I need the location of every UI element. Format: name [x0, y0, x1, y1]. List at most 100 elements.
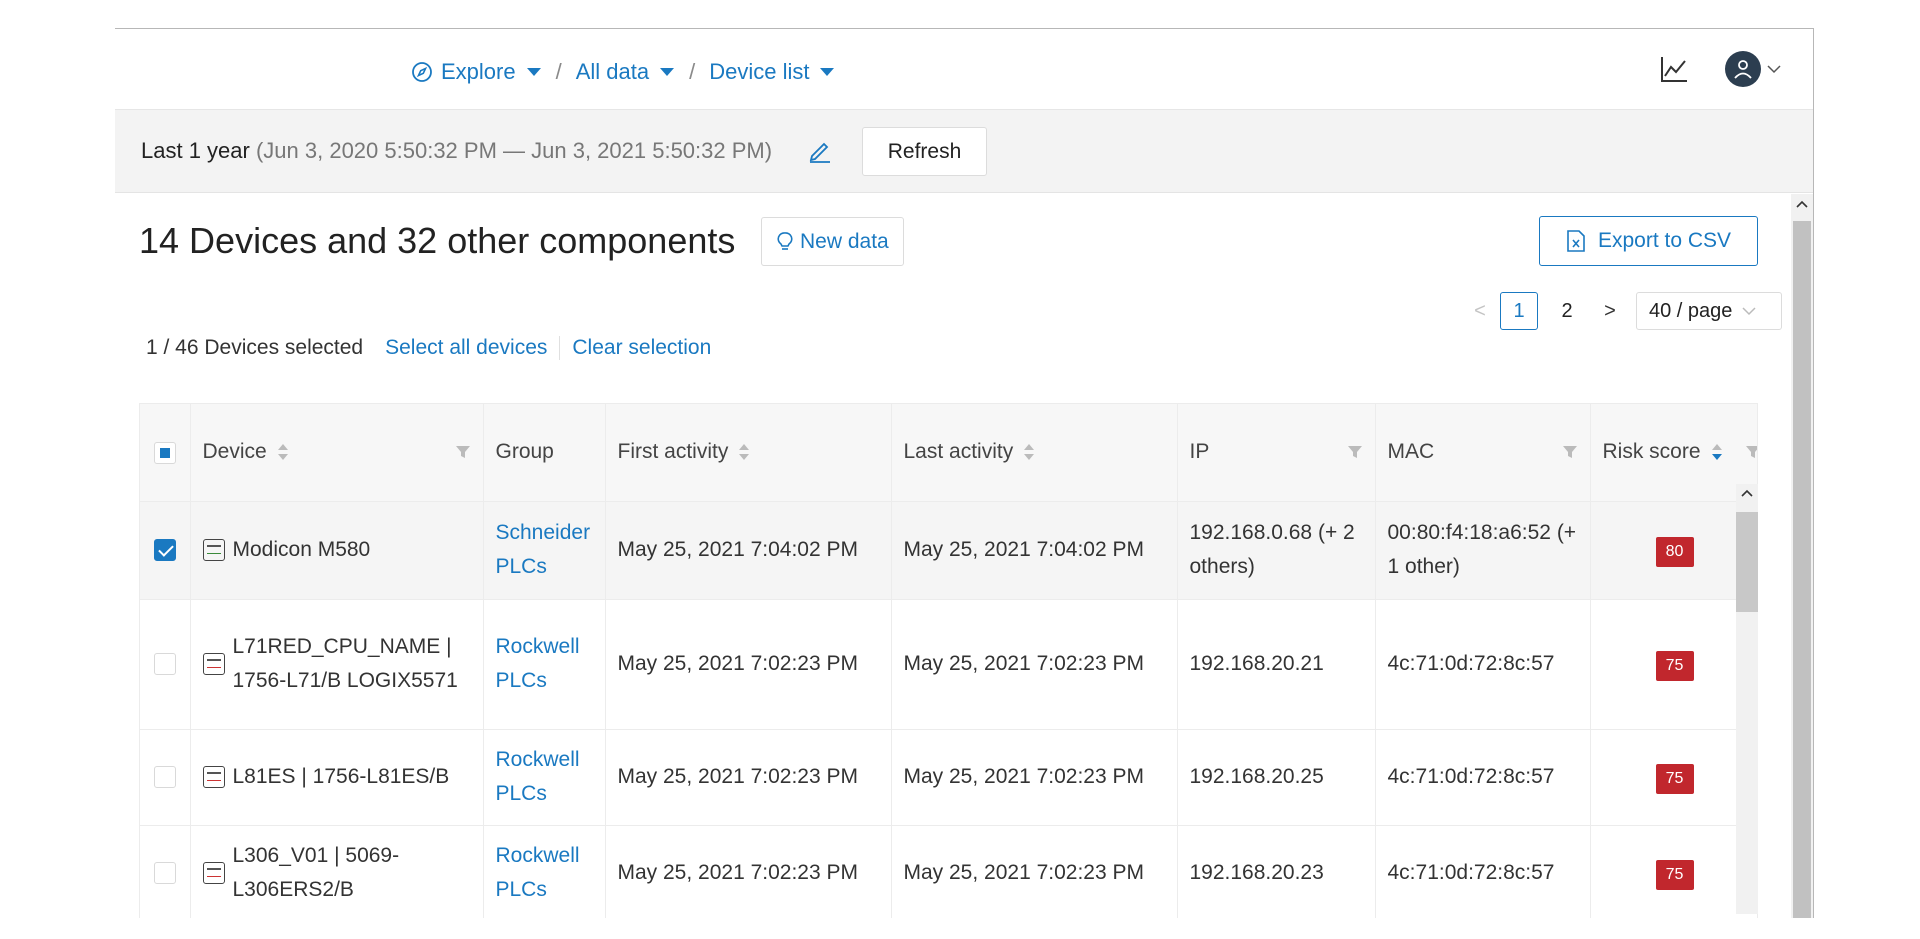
time-filter-bar: Last 1 year (Jun 3, 2020 5:50:32 PM — Ju… [115, 110, 1813, 193]
breadcrumb-device-list[interactable]: Device list [709, 59, 835, 85]
column-title: Risk score [1602, 440, 1701, 464]
column-header-last-activity[interactable]: Last activity [891, 404, 1178, 502]
device-cell: L306_V01 | 5069-L306ERS2/B [190, 825, 484, 918]
first-activity-cell: May 25, 2021 7:02:23 PM [605, 825, 892, 918]
ip-cell: 192.168.0.68 (+ 2 others) [1177, 501, 1376, 600]
line-chart-icon[interactable] [1659, 54, 1689, 84]
group-cell: Rockwell PLCs [483, 729, 606, 826]
filter-icon[interactable] [1745, 444, 1759, 460]
column-header-first-activity[interactable]: First activity [605, 404, 892, 502]
device-cell: Modicon M580 [190, 501, 484, 600]
breadcrumb-separator: / [555, 59, 562, 84]
risk-score-badge: 75 [1655, 860, 1694, 890]
mac-cell: 4c:71:0d:72:8c:57 [1375, 599, 1591, 730]
scrollbar-thumb[interactable] [1736, 512, 1758, 612]
group-link[interactable]: Rockwell PLCs [496, 635, 580, 692]
sort-descending-icon[interactable] [1711, 442, 1723, 462]
mac-cell: 4c:71:0d:72:8c:57 [1375, 825, 1591, 918]
select-all-checkbox[interactable] [153, 441, 176, 464]
breadcrumb-label: Explore [441, 59, 516, 84]
last-activity-cell: May 25, 2021 7:02:23 PM [891, 729, 1178, 826]
chevron-down-icon[interactable] [1767, 64, 1781, 74]
table-row[interactable]: L81ES | 1756-L81ES/B Rockwell PLCs May 2… [140, 729, 1757, 826]
device-name[interactable]: L306_V01 | 5069-L306ERS2/B [233, 839, 483, 907]
sort-icon[interactable] [738, 442, 750, 462]
clear-selection-link[interactable]: Clear selection [572, 336, 711, 360]
column-title: First activity [617, 440, 729, 464]
risk-cell: 75 [1590, 729, 1757, 826]
device-table: Device Group First activity Last activit… [139, 403, 1758, 918]
app-window: Explore / All data / Device list Last 1 … [115, 28, 1814, 918]
column-header-risk-score[interactable]: Risk score [1590, 404, 1759, 502]
scrollbar-thumb[interactable] [1793, 221, 1811, 918]
breadcrumb-all-data[interactable]: All data [576, 59, 675, 85]
column-title: Last activity [903, 440, 1014, 464]
plc-icon [202, 539, 225, 561]
sort-icon[interactable] [277, 442, 289, 462]
row-checkbox[interactable] [153, 766, 176, 789]
new-data-button[interactable]: New data [761, 217, 904, 266]
device-name[interactable]: L81ES | 1756-L81ES/B [233, 760, 450, 794]
device-name[interactable]: L71RED_CPU_NAME | 1756-L71/B LOGIX5571 [233, 630, 483, 698]
header-checkbox-cell [140, 404, 191, 502]
mac-cell: 00:80:f4:18:a6:52 (+ 1 other) [1375, 501, 1591, 600]
group-cell: Schneider PLCs [483, 501, 606, 600]
page-1[interactable]: 1 [1500, 292, 1538, 330]
column-header-group: Group [483, 404, 606, 502]
next-page-button[interactable]: > [1600, 300, 1620, 323]
caret-down-icon [660, 68, 675, 76]
risk-score-badge: 80 [1655, 537, 1694, 567]
avatar[interactable] [1725, 51, 1761, 87]
refresh-button[interactable]: Refresh [862, 127, 987, 176]
breadcrumb-explore[interactable]: Explore [411, 59, 542, 85]
first-activity-cell: May 25, 2021 7:02:23 PM [605, 599, 892, 730]
column-title: MAC [1387, 440, 1435, 464]
new-data-label: New data [800, 229, 889, 253]
last-activity-cell: May 25, 2021 7:02:23 PM [891, 825, 1178, 918]
row-checkbox-cell [140, 729, 191, 826]
device-cell: L81ES | 1756-L81ES/B [190, 729, 484, 826]
column-title: Group [495, 440, 554, 464]
lightbulb-icon [777, 231, 793, 250]
row-checkbox-cell [140, 501, 191, 600]
main-content: 14 Devices and 32 other components New d… [115, 194, 1813, 918]
page-title: 14 Devices and 32 other components [139, 220, 736, 261]
group-link[interactable]: Schneider PLCs [496, 521, 591, 578]
file-excel-icon [1567, 230, 1585, 252]
pencil-icon[interactable] [807, 138, 833, 164]
select-all-link[interactable]: Select all devices [385, 336, 561, 360]
page-2[interactable]: 2 [1548, 292, 1586, 330]
chevron-up-icon[interactable] [1796, 200, 1808, 208]
top-bar: Explore / All data / Device list [115, 29, 1813, 110]
page-scrollbar[interactable] [1791, 194, 1813, 918]
table-scrollbar[interactable] [1736, 484, 1758, 914]
prev-page-button[interactable]: < [1470, 300, 1490, 323]
table-row[interactable]: L71RED_CPU_NAME | 1756-L71/B LOGIX5571 R… [140, 599, 1757, 730]
time-period: Last 1 year [141, 138, 250, 163]
column-header-device[interactable]: Device [190, 404, 484, 502]
filter-icon[interactable] [455, 444, 471, 460]
caret-down-icon [526, 68, 541, 76]
group-link[interactable]: Rockwell PLCs [496, 844, 580, 901]
selection-count: 1 / 46 Devices selected [146, 336, 364, 359]
filter-icon[interactable] [1347, 444, 1363, 460]
page-size-value: 40 / page [1649, 299, 1733, 322]
column-title: IP [1189, 440, 1210, 464]
sort-icon[interactable] [1023, 442, 1035, 462]
table-row[interactable]: L306_V01 | 5069-L306ERS2/B Rockwell PLCs… [140, 825, 1757, 918]
chevron-down-icon [1742, 307, 1756, 316]
table-header-row: Device Group First activity Last activit… [140, 404, 1759, 502]
row-checkbox[interactable] [153, 653, 176, 676]
row-checkbox[interactable] [153, 862, 176, 885]
row-checkbox[interactable] [153, 539, 176, 562]
table-row[interactable]: Modicon M580 Schneider PLCs May 25, 2021… [140, 501, 1757, 600]
export-csv-button[interactable]: Export to CSV [1539, 216, 1758, 266]
ip-cell: 192.168.20.21 [1177, 599, 1376, 730]
plc-icon [202, 653, 225, 675]
plc-icon [202, 862, 225, 884]
group-link[interactable]: Rockwell PLCs [496, 748, 580, 805]
chevron-up-icon[interactable] [1741, 489, 1753, 497]
page-size-select[interactable]: 40 / page [1636, 292, 1782, 330]
filter-icon[interactable] [1562, 444, 1578, 460]
device-name[interactable]: Modicon M580 [233, 533, 371, 567]
